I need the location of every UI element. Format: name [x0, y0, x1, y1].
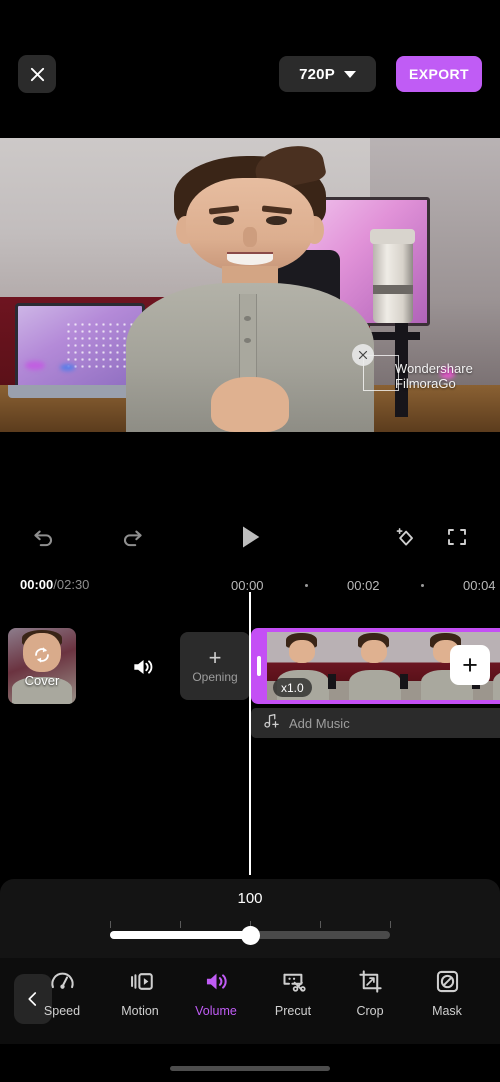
plus-icon: +	[208, 644, 222, 670]
mic-cap	[370, 229, 415, 244]
tool-label: Precut	[274, 1004, 312, 1018]
clip-trim-handle-left[interactable]	[251, 628, 267, 704]
mask-icon	[436, 970, 458, 993]
person-subject	[125, 140, 375, 432]
close-circle-icon	[358, 351, 368, 360]
tool-label: Mask	[432, 1004, 462, 1018]
resolution-dropdown[interactable]: 720P	[279, 56, 376, 92]
ruler-tick: 00:00	[231, 578, 264, 593]
add-opening-button[interactable]: + Opening	[180, 632, 250, 700]
top-bar: 720P EXPORT	[0, 0, 500, 125]
motion-icon	[130, 973, 153, 990]
video-editor-screen: 720P EXPORT Wondershare FilmoraGo 00:00/…	[0, 0, 500, 1082]
ruler-tick: 00:04	[463, 578, 496, 593]
clip-frame	[339, 632, 411, 700]
add-music-label: Add Music	[289, 715, 350, 731]
tool-label: Crop	[356, 1004, 384, 1018]
speedometer-icon	[50, 972, 74, 989]
export-button[interactable]: EXPORT	[396, 56, 482, 92]
cover-thumbnail-button[interactable]: Cover	[8, 628, 76, 704]
tool-label: Speed	[43, 1004, 81, 1018]
speed-badge: x1.0	[273, 678, 312, 697]
shirt-button	[244, 315, 252, 321]
chevron-down-icon	[343, 70, 356, 78]
volume-value: 100	[237, 890, 263, 907]
volume-icon	[206, 973, 227, 990]
add-music-button[interactable]: Add Music	[251, 708, 500, 738]
timeline-volume-button[interactable]	[128, 654, 158, 685]
home-indicator	[170, 1066, 330, 1071]
volume-panel: 100	[0, 879, 500, 958]
watermark-line-2: FilmoraGo	[395, 376, 456, 392]
fullscreen-icon	[448, 529, 466, 545]
close-icon	[30, 67, 44, 81]
redo-button[interactable]	[108, 505, 156, 569]
tool-volume[interactable]: Volume	[178, 968, 254, 1030]
crop-icon	[358, 970, 382, 993]
total-time: 02:30	[56, 577, 90, 592]
video-preview[interactable]: Wondershare FilmoraGo	[0, 138, 500, 432]
play-button[interactable]	[226, 505, 274, 569]
watermark-line-1: Wondershare	[395, 361, 473, 377]
enhance-button[interactable]	[381, 505, 429, 569]
tool-motion[interactable]: Motion	[102, 968, 178, 1030]
music-note-plus-icon	[262, 712, 280, 735]
ruler-tick: 00:02	[347, 578, 380, 593]
undo-button[interactable]	[20, 505, 68, 569]
ruler-tick-dot	[421, 584, 424, 587]
undo-icon	[34, 530, 52, 547]
mouth	[227, 252, 273, 265]
nose	[243, 227, 257, 247]
playback-controls	[0, 505, 500, 569]
mic-ring	[372, 285, 413, 294]
scissors-icon	[282, 973, 306, 992]
timecode-display: 00:00/02:30	[20, 577, 89, 592]
volume-slider[interactable]	[110, 921, 391, 947]
play-icon	[243, 526, 260, 548]
export-label: EXPORT	[409, 66, 469, 82]
tool-label: Volume	[195, 1004, 237, 1018]
redo-icon	[124, 530, 142, 547]
playhead[interactable]	[249, 592, 251, 875]
add-clip-button[interactable]: +	[450, 645, 490, 685]
cover-label: Cover	[24, 673, 60, 688]
laptop-app-grid	[65, 321, 135, 373]
close-button[interactable]	[18, 55, 56, 93]
opening-label: Opening	[192, 669, 238, 684]
tool-mask[interactable]: Mask	[409, 968, 485, 1030]
tool-speed[interactable]: Speed	[24, 968, 100, 1030]
tool-label: Motion	[121, 1004, 159, 1018]
volume-icon	[134, 659, 153, 675]
watermark[interactable]: Wondershare FilmoraGo	[352, 344, 473, 392]
ruler-tick-dot	[305, 584, 308, 587]
resolution-label: 720P	[299, 65, 335, 83]
tool-precut[interactable]: Precut	[255, 968, 331, 1030]
microphone	[372, 235, 413, 324]
slider-fill	[110, 931, 250, 939]
tool-crop[interactable]: Crop	[332, 968, 408, 1030]
current-time: 00:00	[20, 577, 54, 592]
fullscreen-button[interactable]	[433, 505, 481, 569]
slider-thumb[interactable]	[241, 926, 260, 945]
refresh-icon	[31, 644, 53, 671]
hands	[210, 376, 290, 432]
sparkle-diamond-icon	[396, 528, 413, 546]
bottom-toolbar: Speed Motion Volume Precut Crop Mask	[0, 958, 500, 1044]
